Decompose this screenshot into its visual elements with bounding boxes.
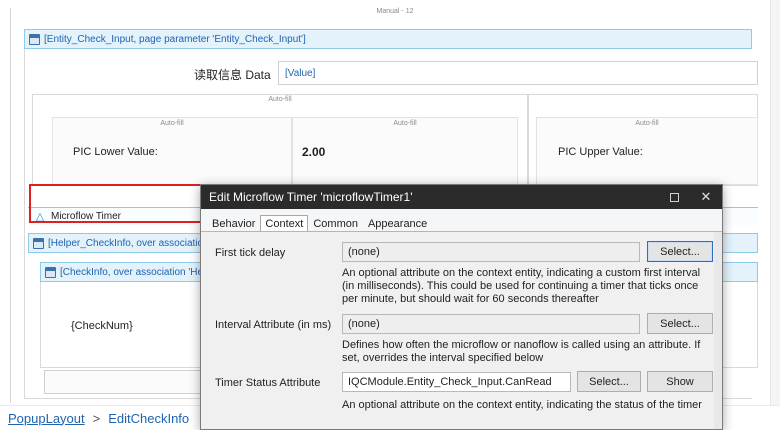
interval-attribute-help: Defines how often the microflow or nanof… xyxy=(342,339,701,364)
pic-lower-label: PIC Lower Value: xyxy=(73,146,158,158)
read-info-label: 读取信息 Data xyxy=(194,68,271,82)
interval-attribute-select-button[interactable]: Select... xyxy=(647,313,713,334)
page-header: Manual - 12 xyxy=(0,8,760,15)
interval-attribute-field[interactable]: (none) xyxy=(342,314,640,334)
dataview-title: [Entity_Check_Input, page parameter 'Ent… xyxy=(44,33,306,45)
first-tick-delay-help: An optional attribute on the context ent… xyxy=(342,267,701,305)
dialog-title-bar[interactable]: Edit Microflow Timer 'microflowTimer1' xyxy=(201,185,722,209)
tab-appearance[interactable]: Appearance xyxy=(363,215,432,232)
dialog-tabs: Behavior Context Common Appearance xyxy=(201,212,432,232)
pic-upper-label: PIC Upper Value: xyxy=(558,146,643,158)
interval-attribute-label: Interval Attribute (in ms) xyxy=(215,319,332,331)
dialog-title: Edit Microflow Timer 'microflowTimer1' xyxy=(209,190,413,204)
dataview-icon xyxy=(29,33,40,45)
pic-lower-value: 2.00 xyxy=(302,145,326,159)
maximize-icon xyxy=(669,192,679,202)
tab-context[interactable]: Context xyxy=(260,215,309,232)
dataview-icon xyxy=(45,266,56,278)
autofill-label-4: Auto-fill xyxy=(635,120,659,127)
helper-dataview-title: [Helper_CheckInfo, over association xyxy=(48,237,209,249)
page-header-label: Manual - 12 xyxy=(376,8,414,15)
breadcrumb-item-editcheckinfo[interactable]: EditCheckInfo xyxy=(108,411,189,426)
checkinfo-dataview-title: [CheckInfo, over association 'Hel xyxy=(60,266,206,278)
dialog-window-controls: ✕ xyxy=(658,185,722,209)
breadcrumb-item-popuplayout[interactable]: PopupLayout xyxy=(8,411,85,426)
timer-status-select-button[interactable]: Select... xyxy=(577,371,641,392)
first-tick-delay-select-button[interactable]: Select... xyxy=(647,241,713,262)
column-lower-value[interactable] xyxy=(292,117,518,185)
maximize-button[interactable] xyxy=(658,185,690,209)
read-info-value-box[interactable]: [Value] xyxy=(278,61,758,85)
autofill-label-1: Auto-fill xyxy=(268,96,292,103)
autofill-label-2: Auto-fill xyxy=(160,120,184,127)
read-info-value: [Value] xyxy=(285,68,316,79)
timer-status-attribute-label: Timer Status Attribute xyxy=(215,377,321,389)
bottom-input-placeholder[interactable] xyxy=(44,370,204,394)
first-tick-delay-field[interactable]: (none) xyxy=(342,242,640,262)
timer-status-show-button[interactable]: Show xyxy=(647,371,713,392)
edit-microflow-timer-dialog: Edit Microflow Timer 'microflowTimer1' ✕… xyxy=(200,184,723,430)
timer-status-help: An optional attribute on the context ent… xyxy=(342,399,702,411)
checknum-text: {CheckNum} xyxy=(71,320,133,332)
tab-common[interactable]: Common xyxy=(308,215,363,232)
dialog-body: First tick delay (none) Select... An opt… xyxy=(201,232,722,429)
dialog-scrollbar[interactable] xyxy=(714,232,722,429)
editor-scrollbar[interactable] xyxy=(770,0,780,405)
dataview-header[interactable]: [Entity_Check_Input, page parameter 'Ent… xyxy=(24,29,752,49)
first-tick-delay-label: First tick delay xyxy=(215,247,286,259)
breadcrumb-separator: > xyxy=(92,410,101,426)
tab-behavior[interactable]: Behavior xyxy=(207,215,260,232)
dataview-icon xyxy=(33,237,44,249)
timer-status-attribute-field[interactable]: IQCModule.Entity_Check_Input.CanRead xyxy=(342,372,571,392)
autofill-label-3: Auto-fill xyxy=(393,120,417,127)
close-button[interactable]: ✕ xyxy=(690,185,722,209)
close-icon: ✕ xyxy=(700,189,712,204)
